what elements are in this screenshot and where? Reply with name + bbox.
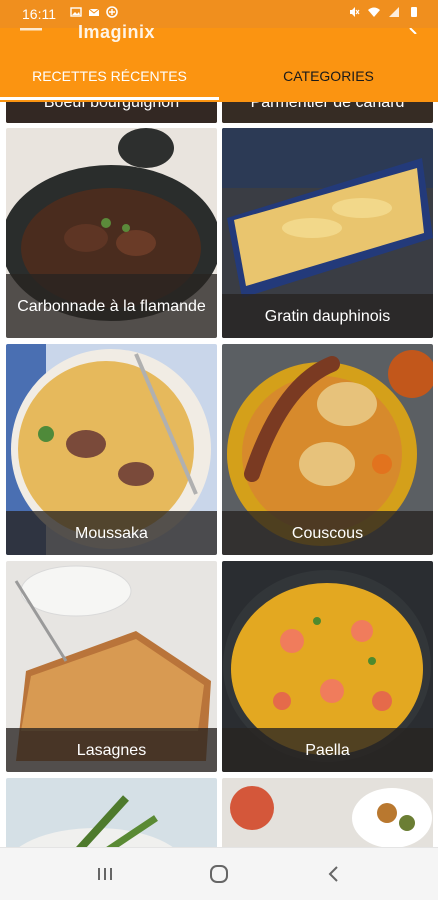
system-nav-bar (0, 847, 438, 900)
battery-icon (411, 7, 417, 17)
recipe-card-paella[interactable]: Paella (222, 561, 433, 772)
recipe-grid: Boeuf bourguignon Parmentier de canard C… (0, 102, 438, 848)
tab-categories-label: CATEGORIES (283, 68, 374, 84)
recipe-caption: Carbonnade à la flamande (6, 274, 217, 338)
recipe-card-vegetables[interactable] (222, 778, 433, 848)
recipe-name: Parmentier de canard (250, 102, 405, 111)
recipe-image (6, 778, 217, 848)
recipe-name: Couscous (291, 524, 364, 542)
mute-icon (350, 7, 360, 17)
signal-icon (389, 7, 399, 17)
wifi-icon (368, 7, 380, 17)
app-bar: Imaginix RECETTES RÉCENTES CATEGORIES (0, 22, 438, 102)
back-icon[interactable] (322, 862, 346, 886)
mail-icon (88, 8, 100, 16)
home-icon[interactable] (207, 862, 231, 886)
recipe-name: Boeuf bourguignon (43, 102, 180, 111)
recipe-card-couscous[interactable]: Couscous (222, 344, 433, 555)
recipe-name: Moussaka (75, 524, 148, 542)
recipe-name: Gratin dauphinois (264, 307, 391, 325)
recipe-card-carbonnade[interactable]: Carbonnade à la flamande (6, 128, 217, 338)
recipe-card-boeuf-bourguignon[interactable]: Boeuf bourguignon (6, 102, 217, 123)
recipe-card-gratin-dauphinois[interactable]: Gratin dauphinois (222, 128, 433, 338)
status-left-icons (70, 6, 118, 18)
recipe-caption: Boeuf bourguignon (6, 102, 217, 123)
recipe-caption: Moussaka (6, 511, 217, 555)
image-icon (70, 7, 82, 17)
status-right-icons (348, 6, 420, 18)
recipe-name: Lasagnes (76, 741, 147, 759)
recipe-caption: Couscous (222, 511, 433, 555)
recipe-image (222, 778, 433, 848)
search-icon[interactable] (404, 28, 418, 34)
recipe-card-lasagnes[interactable]: Lasagnes (6, 561, 217, 772)
recipe-card-moussaka[interactable]: Moussaka (6, 344, 217, 555)
app-title: Imaginix (78, 22, 156, 42)
recipe-card-parmentier-de-canard[interactable]: Parmentier de canard (222, 102, 433, 123)
status-time: 16:11 (22, 6, 56, 22)
tab-bar: RECETTES RÉCENTES CATEGORIES (0, 64, 438, 102)
tab-recent-recipes[interactable]: RECETTES RÉCENTES (0, 64, 219, 102)
recipe-name: Carbonnade à la flamande (17, 297, 206, 315)
tab-recent-recipes-label: RECETTES RÉCENTES (32, 68, 187, 84)
menu-icon[interactable] (20, 28, 42, 34)
status-bar: 16:11 (0, 0, 438, 28)
recipe-card-asparagus[interactable] (6, 778, 217, 848)
recipe-caption: Lasagnes (6, 728, 217, 772)
recipe-name: Paella (305, 741, 350, 759)
recent-apps-icon[interactable] (93, 862, 117, 886)
recipe-caption: Parmentier de canard (222, 102, 433, 123)
tab-categories[interactable]: CATEGORIES (219, 64, 438, 102)
data-saver-icon (106, 6, 118, 18)
recipe-caption: Gratin dauphinois (222, 294, 433, 338)
recipe-caption: Paella (222, 728, 433, 772)
